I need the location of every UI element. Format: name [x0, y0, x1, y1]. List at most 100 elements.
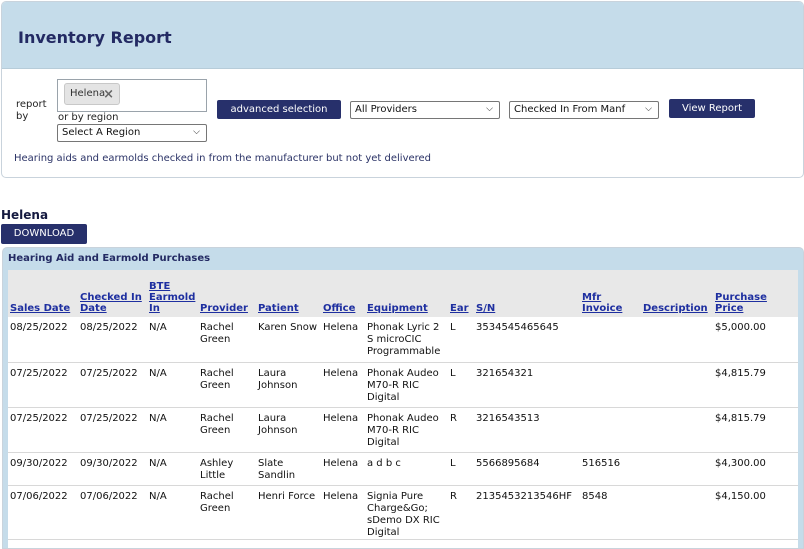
- cell-equipment: Phonak Audeo M70-R RIC Digital: [367, 367, 439, 403]
- report-filter-panel: Inventory Report report by Helena × or b…: [1, 1, 804, 178]
- column-header-provider[interactable]: Provider: [198, 270, 256, 317]
- column-header-ear[interactable]: Ear: [448, 270, 474, 317]
- region-select-value: Select A Region: [62, 127, 141, 138]
- location-tag-label: Helena: [70, 88, 106, 99]
- cell-bte-earmold-in: N/A: [149, 367, 167, 379]
- cell-description: [641, 452, 713, 485]
- cell-sales-date: 09/30/2022: [10, 457, 68, 469]
- location-multiselect[interactable]: Helena ×: [57, 79, 207, 112]
- table-row: 07/06/2022 07/06/2022 N/A Rachel Green H…: [8, 485, 798, 539]
- cell-sn: 3216543513: [476, 412, 540, 424]
- column-header-equipment[interactable]: Equipment: [365, 270, 448, 317]
- cell-purchase-price: $4,815.79: [715, 412, 766, 424]
- cell-description: [641, 407, 713, 452]
- cell-sales-date: 07/06/2022: [10, 490, 68, 502]
- cell-ear: R: [450, 490, 457, 502]
- cell-purchase-price: $4,815.79: [715, 367, 766, 379]
- cell-checked-in-date: 07/25/2022: [80, 412, 138, 424]
- cell-checked-in-date: 07/25/2022: [80, 367, 138, 379]
- provider-select-value: All Providers: [355, 104, 417, 115]
- cell-ear: L: [450, 457, 456, 469]
- view-report-button[interactable]: View Report: [669, 99, 755, 118]
- provider-select[interactable]: All Providers ⌵: [350, 101, 500, 119]
- table-row: 08/25/2022 08/25/2022 N/A Rachel Green K…: [8, 317, 798, 362]
- column-header-description[interactable]: Description: [641, 270, 713, 317]
- or-by-region-label: or by region: [58, 112, 119, 123]
- status-select[interactable]: Checked In From Manf ⌵: [509, 101, 659, 119]
- cell-purchase-price: $4,300.00: [715, 457, 766, 469]
- cell-purchase-price: $4,150.00: [715, 490, 766, 502]
- column-header-purchase-price[interactable]: Purchase Price: [713, 270, 798, 317]
- cell-purchase-price: $5,000.00: [715, 322, 766, 333]
- cell-provider: Rachel Green: [200, 412, 234, 436]
- cell-provider: Rachel Green: [200, 322, 234, 345]
- purchases-table: Sales Date Checked In Date BTE Earmold I…: [8, 270, 798, 540]
- cell-bte-earmold-in: N/A: [149, 412, 167, 424]
- table-header-row: Sales Date Checked In Date BTE Earmold I…: [8, 270, 798, 317]
- cell-mfr-invoice: [580, 407, 641, 452]
- location-tag: Helena ×: [64, 83, 120, 105]
- cell-office: Helena: [323, 457, 359, 469]
- table-row: 07/25/2022 07/25/2022 N/A Rachel Green L…: [8, 362, 798, 407]
- cell-equipment: Signia Pure Charge&Go; sDemo DX RIC Digi…: [367, 490, 440, 538]
- cell-office: Helena: [323, 490, 359, 502]
- cell-bte-earmold-in: N/A: [149, 457, 167, 469]
- cell-sales-date: 07/25/2022: [10, 412, 68, 424]
- column-header-office[interactable]: Office: [321, 270, 365, 317]
- cell-checked-in-date: 08/25/2022: [80, 322, 138, 333]
- advanced-selection-button[interactable]: advanced selection: [217, 100, 341, 119]
- cell-equipment: Phonak Lyric 2 S microCIC Programmable: [367, 322, 441, 357]
- cell-bte-earmold-in: N/A: [149, 322, 167, 333]
- cell-patient: Henri Force: [258, 490, 316, 502]
- column-header-sales-date[interactable]: Sales Date: [8, 270, 78, 317]
- report-description: Hearing aids and earmolds checked in fro…: [14, 153, 432, 164]
- table-row: 09/30/2022 09/30/2022 N/A Ashley Little …: [8, 452, 798, 485]
- column-header-mfr-invoice[interactable]: Mfr Invoice: [580, 270, 641, 317]
- cell-sn: 5566895684: [476, 457, 540, 469]
- cell-checked-in-date: 09/30/2022: [80, 457, 138, 469]
- purchases-section: Hearing Aid and Earmold Purchases Sales …: [2, 247, 804, 549]
- cell-patient: Laura Johnson: [258, 412, 298, 436]
- cell-patient: Slate Sandlin: [258, 457, 296, 481]
- report-by-label: report by: [16, 99, 47, 122]
- cell-sn: 3534545465645: [476, 322, 559, 333]
- cell-ear: L: [450, 322, 456, 333]
- chevron-down-icon: ⌵: [486, 104, 493, 114]
- cell-patient: Laura Johnson: [258, 367, 298, 391]
- cell-mfr-invoice: [580, 317, 641, 362]
- cell-equipment: a d b c: [367, 457, 401, 469]
- cell-equipment: Phonak Audeo M70-R RIC Digital: [367, 412, 439, 448]
- cell-mfr-invoice: [580, 362, 641, 407]
- chevron-down-icon: ⌵: [645, 104, 652, 114]
- column-header-sn[interactable]: S/N: [474, 270, 580, 317]
- column-header-bte-earmold-in[interactable]: BTE Earmold In: [147, 270, 198, 317]
- panel-header: Inventory Report: [2, 2, 803, 69]
- cell-ear: R: [450, 412, 457, 424]
- cell-description: [641, 485, 713, 539]
- cell-provider: Rachel Green: [200, 490, 234, 514]
- cell-checked-in-date: 07/06/2022: [80, 490, 138, 502]
- status-select-value: Checked In From Manf: [514, 104, 626, 115]
- cell-sn: 2135453213546HF: [476, 490, 572, 502]
- column-header-checked-in-date[interactable]: Checked In Date: [78, 270, 147, 317]
- close-icon[interactable]: ×: [103, 87, 114, 102]
- column-header-patient[interactable]: Patient: [256, 270, 321, 317]
- cell-sales-date: 08/25/2022: [10, 322, 68, 333]
- cell-description: [641, 362, 713, 407]
- chevron-down-icon: ⌵: [193, 127, 200, 137]
- cell-mfr-invoice: 516516: [582, 457, 621, 469]
- cell-mfr-invoice: 8548: [582, 490, 608, 502]
- purchases-table-wrapper: Sales Date Checked In Date BTE Earmold I…: [8, 270, 798, 548]
- cell-ear: L: [450, 367, 456, 379]
- cell-office: Helena: [323, 367, 359, 379]
- cell-description: [641, 317, 713, 362]
- cell-patient: Karen Snow: [258, 322, 318, 333]
- cell-office: Helena: [323, 412, 359, 424]
- region-select[interactable]: Select A Region ⌵: [57, 124, 207, 142]
- cell-provider: Rachel Green: [200, 367, 234, 391]
- cell-bte-earmold-in: N/A: [149, 490, 167, 502]
- download-button[interactable]: DOWNLOAD: [1, 224, 87, 244]
- cell-sales-date: 07/25/2022: [10, 367, 68, 379]
- cell-sn: 321654321: [476, 367, 534, 379]
- location-heading: Helena: [1, 208, 49, 222]
